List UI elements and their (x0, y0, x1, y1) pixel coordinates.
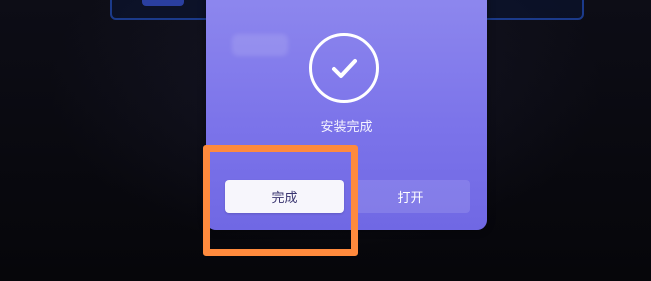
install-status-text: 安装完成 (320, 120, 373, 135)
open-button[interactable]: 打开 (351, 180, 470, 213)
background-chip (142, 0, 184, 6)
highlight-box (203, 145, 358, 256)
check-icon (309, 33, 379, 103)
blurred-background-element (232, 34, 288, 56)
